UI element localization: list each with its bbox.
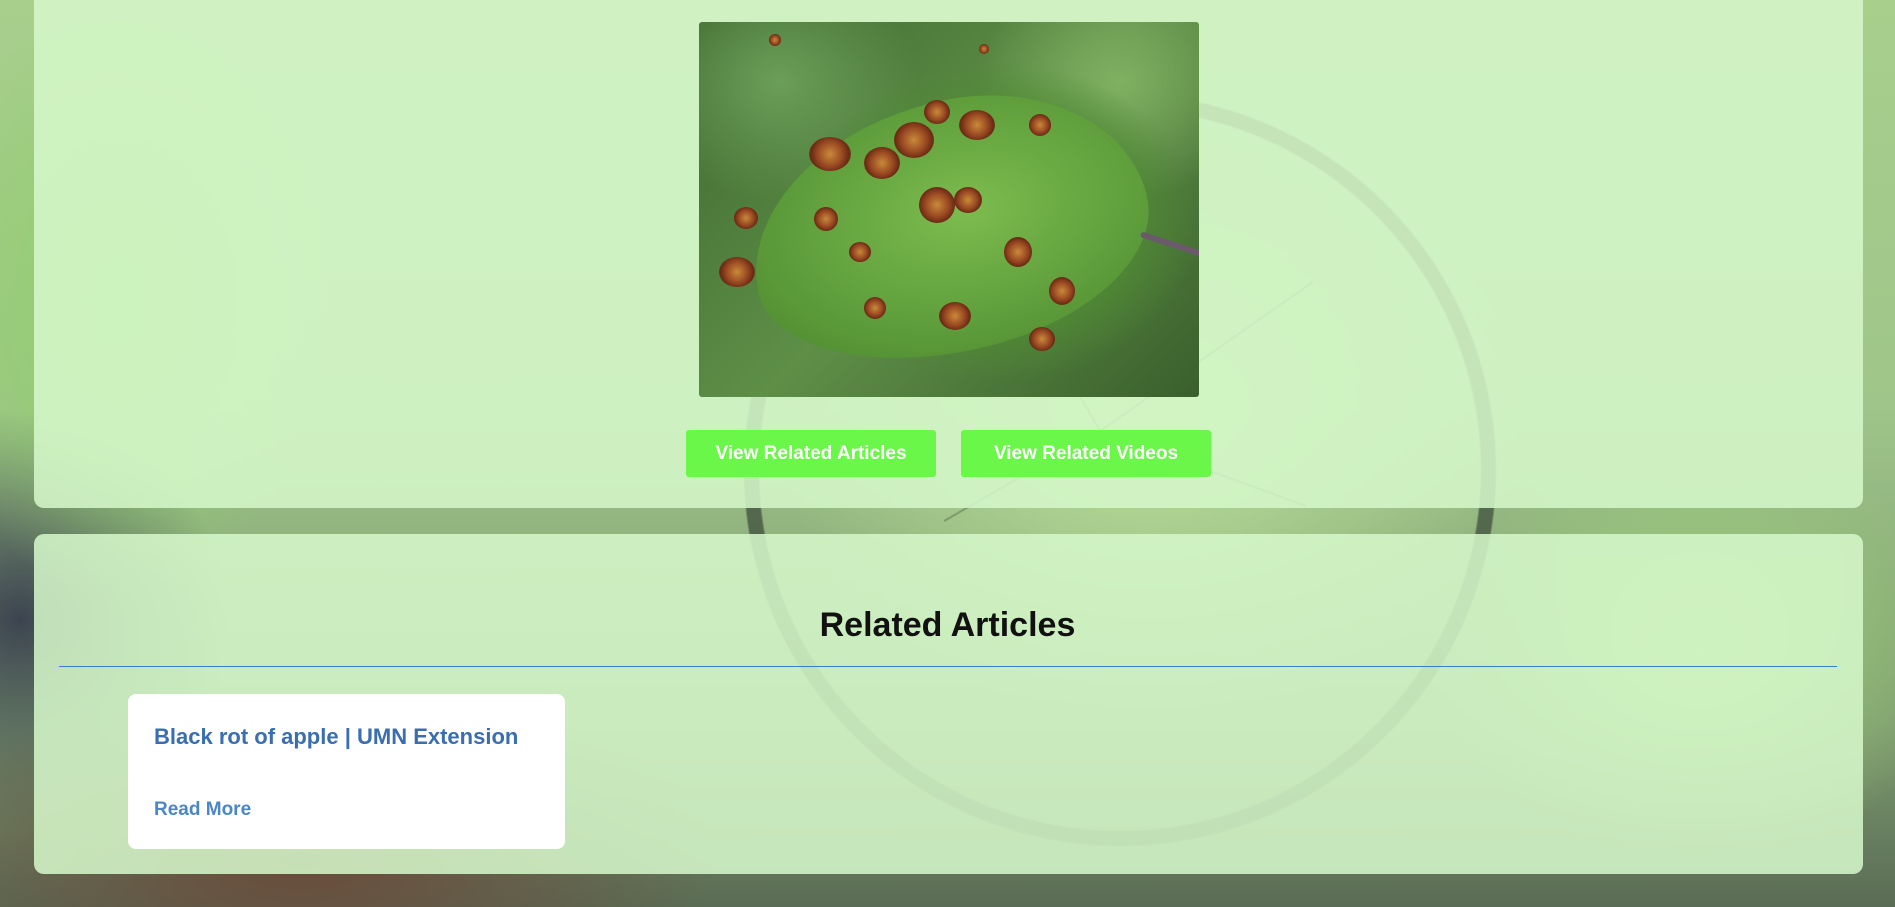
lesion-spot: [1029, 327, 1055, 351]
article-card: Black rot of apple | UMN Extension Read …: [128, 694, 565, 849]
related-articles-heading: Related Articles: [819, 606, 1076, 644]
disease-leaf-image: [699, 22, 1199, 397]
lesion-spot: [959, 110, 995, 140]
read-more-link[interactable]: Read More: [154, 799, 251, 821]
lesion-spot: [849, 242, 871, 262]
lesion-spot: [939, 302, 971, 330]
article-card-title[interactable]: Black rot of apple | UMN Extension: [154, 724, 518, 750]
lesion-spot: [864, 147, 900, 179]
section-divider: [59, 666, 1837, 667]
lesion-spot: [919, 187, 955, 223]
view-related-articles-button[interactable]: View Related Articles: [686, 430, 936, 477]
lesion-spot: [719, 257, 755, 287]
lesion-spot: [734, 207, 758, 229]
lesion-spot: [1029, 114, 1051, 136]
lesion-spot: [1049, 277, 1075, 305]
leaf-stem: [1139, 231, 1199, 259]
view-related-videos-button[interactable]: View Related Videos: [961, 430, 1211, 477]
lesion-spot: [894, 122, 934, 158]
lesion-spot: [809, 137, 851, 171]
lesion-spot: [1004, 237, 1032, 267]
lesion-spot: [979, 44, 989, 54]
lesion-spot: [769, 34, 781, 46]
lesion-spot: [814, 207, 838, 231]
lesion-spot: [924, 100, 950, 124]
lesion-spot: [954, 187, 982, 213]
cropped-description-text: [334, 0, 1154, 4]
lesion-spot: [864, 297, 886, 319]
